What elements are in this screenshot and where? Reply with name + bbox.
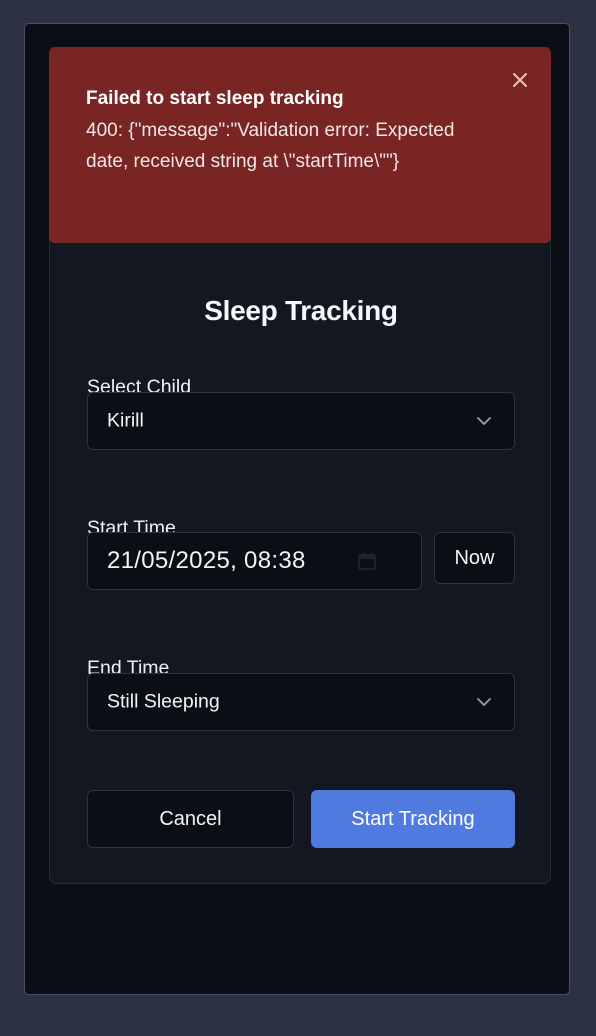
cancel-button[interactable]: Cancel	[87, 790, 294, 848]
toast-title: Failed to start sleep tracking	[86, 88, 344, 109]
start-tracking-button[interactable]: Start Tracking	[311, 790, 515, 848]
calendar-icon[interactable]	[357, 551, 377, 571]
now-button[interactable]: Now	[434, 532, 515, 584]
page-title: Sleep Tracking	[204, 295, 398, 326]
chevron-down-icon	[477, 417, 491, 425]
end-time-select[interactable]: Still Sleeping	[87, 673, 515, 731]
chevron-down-icon	[477, 698, 491, 706]
end-time-select-value: Still Sleeping	[107, 690, 220, 713]
toast-message: 400: {"message":"Validation error: Expec…	[86, 120, 455, 172]
error-toast: Failed to start sleep tracking 400: {"me…	[49, 47, 551, 243]
app-frame: Sleep Tracking Select Child Kirill Start…	[24, 23, 570, 995]
child-select[interactable]: Kirill	[87, 392, 515, 450]
close-icon[interactable]	[509, 69, 531, 91]
child-select-value: Kirill	[107, 409, 144, 432]
start-time-value: 21/05/2025, 08:38	[107, 547, 306, 574]
start-time-input[interactable]: 21/05/2025, 08:38	[87, 532, 422, 590]
